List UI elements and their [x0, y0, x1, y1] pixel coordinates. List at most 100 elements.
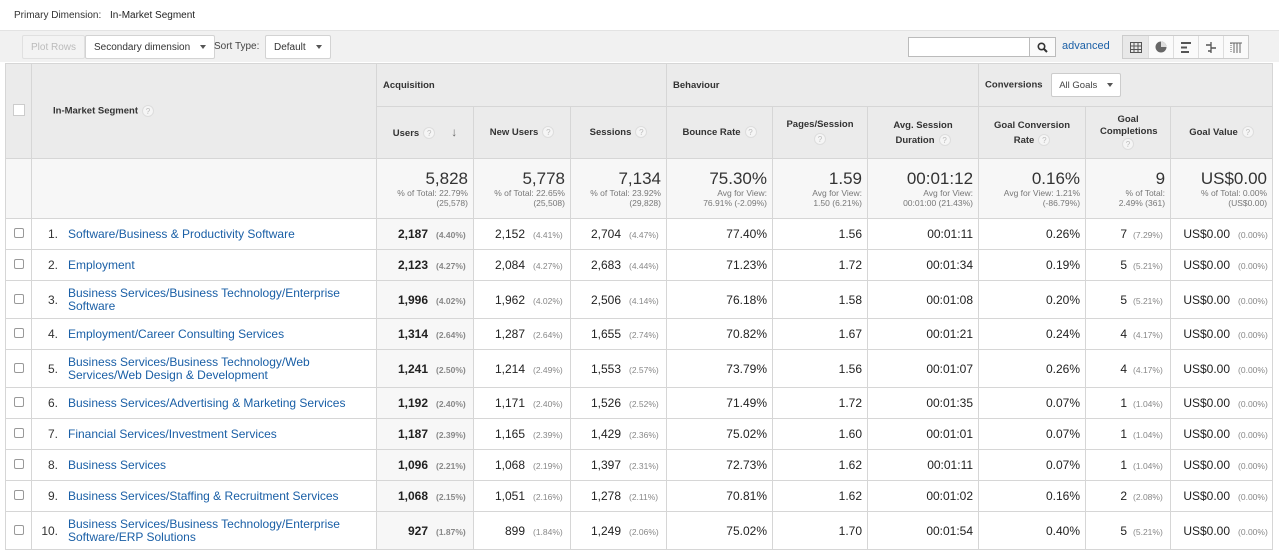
sessions-cell: 1,553 (2.57%) — [570, 349, 667, 388]
row-checkbox-cell — [5, 280, 32, 319]
conversions-group-header: Conversions All Goals — [978, 63, 1274, 107]
help-icon[interactable]: ? — [1241, 126, 1254, 139]
row-checkbox[interactable] — [13, 259, 24, 269]
table-view-button[interactable] — [1123, 36, 1148, 58]
goal-completions-percent: (5.21%) — [1133, 295, 1163, 306]
table-row: 7. Financial Services/Investment Services… — [5, 418, 1274, 450]
goal-completions-cell: 1 (1.04%) — [1085, 449, 1172, 481]
sessions-header-label: Sessions — [589, 127, 632, 138]
goal-select-dropdown[interactable]: All Goals — [1051, 73, 1122, 97]
segment-link[interactable]: Business Services/Business Technology/We… — [68, 355, 358, 382]
row-number: 10. — [41, 523, 58, 538]
row-checkbox[interactable] — [13, 228, 24, 238]
avg-session-duration-cell: 00:01:34 — [866, 249, 980, 281]
column-header-goal-value[interactable]: Goal Value? — [1170, 106, 1274, 159]
bar-view-button[interactable] — [1173, 36, 1198, 58]
users-percent: (2.40%) — [436, 399, 466, 409]
row-checkbox[interactable] — [13, 293, 24, 304]
select-all-cell — [5, 63, 32, 159]
segment-link[interactable]: Business Services/Advertising & Marketin… — [68, 396, 358, 410]
total-subtext: % of Total: 22.65% — [494, 187, 565, 198]
sort-type-dropdown[interactable]: Default — [265, 35, 331, 59]
row-checkbox[interactable] — [13, 428, 24, 438]
pivot-view-button[interactable] — [1223, 36, 1248, 58]
comparison-view-icon — [1206, 41, 1216, 53]
help-icon[interactable]: ? — [142, 105, 154, 117]
sessions-cell: 1,278 (2.11%) — [570, 480, 667, 512]
plot-rows-button[interactable]: Plot Rows — [22, 35, 86, 59]
new-users-header-label: New Users — [489, 127, 539, 138]
users-percent: (2.39%) — [436, 430, 466, 440]
advanced-filter-link[interactable]: advanced — [1062, 40, 1110, 52]
total-value: US$0.00 — [1200, 168, 1268, 188]
pie-view-button[interactable] — [1148, 36, 1173, 58]
behaviour-group-header: Behaviour — [665, 63, 980, 107]
row-checkbox[interactable] — [13, 524, 24, 535]
table-row: 2. Employment 2,123 (4.27%) 2,084 (4.27%) 2… — [5, 249, 1274, 281]
segment-link[interactable]: Business Services/Business Technology/En… — [68, 517, 358, 544]
goal-conversion-rate-header-label: Goal Conversion Rate — [994, 119, 1071, 146]
pages-session-cell: 1.72 — [772, 249, 868, 281]
users-value: 927 — [407, 523, 428, 538]
new-users-value: 1,962 — [494, 292, 525, 307]
goal-value-cell: US$0.00 (0.00%) — [1170, 218, 1274, 250]
pivot-view-icon — [1230, 42, 1242, 53]
row-checkbox-cell — [5, 349, 32, 388]
search-button[interactable] — [1029, 38, 1055, 56]
help-icon[interactable]: ? — [1038, 133, 1051, 146]
row-checkbox[interactable] — [13, 490, 24, 500]
row-checkbox[interactable] — [13, 459, 24, 469]
column-header-new-users[interactable]: New Users? — [473, 106, 571, 159]
goal-completions-value: 7 — [1120, 227, 1128, 241]
users-cell: 927 (1.87%) — [376, 511, 474, 550]
help-icon[interactable]: ? — [938, 133, 951, 146]
column-header-sessions[interactable]: Sessions? — [570, 106, 667, 159]
help-icon[interactable]: ? — [635, 126, 648, 139]
segment-link[interactable]: Software/Business & Productivity Softwar… — [68, 227, 358, 241]
segment-link[interactable]: Business Services/Business Technology/En… — [68, 286, 358, 313]
segment-link[interactable]: Employment — [68, 258, 358, 272]
segment-link[interactable]: Employment/Career Consulting Services — [68, 327, 358, 341]
goal-conversion-rate-cell: 0.20% — [978, 280, 1087, 319]
total-avg-session-duration: 00:01:12 Avg for View: 00:01:00 (21.43%) — [866, 158, 980, 219]
goal-completions-cell: 5 (5.21%) — [1085, 280, 1172, 319]
secondary-dimension-dropdown[interactable]: Secondary dimension — [85, 35, 216, 59]
bounce-rate-cell: 75.02% — [666, 418, 773, 450]
row-number: 5. — [47, 361, 58, 376]
users-percent: (4.27%) — [436, 261, 466, 271]
avg-session-duration-cell: 00:01:01 — [866, 418, 980, 450]
segment-link[interactable]: Business Services/Staffing & Recruitment… — [68, 489, 358, 503]
segment-link[interactable]: Financial Services/Investment Services — [68, 427, 358, 441]
column-header-avg-session-duration[interactable]: Avg. Session Duration? — [866, 106, 980, 159]
users-percent: (2.64%) — [436, 330, 466, 340]
goal-value-cell: US$0.00 (0.00%) — [1170, 387, 1274, 419]
primary-dimension-value[interactable]: In-Market Segment — [110, 10, 195, 21]
goal-value-cell: US$0.00 (0.00%) — [1170, 249, 1274, 281]
row-checkbox[interactable] — [13, 397, 24, 407]
row-number: 9. — [47, 489, 58, 504]
help-icon[interactable]: ? — [814, 133, 826, 146]
pages-session-cell: 1.62 — [772, 449, 868, 481]
users-percent: (2.50%) — [436, 364, 466, 375]
total-new-users: 5,778 % of Total: 22.65% (25,508) — [473, 158, 571, 219]
help-icon[interactable]: ? — [542, 126, 555, 139]
column-header-goal-conversion-rate[interactable]: Goal Conversion Rate? — [978, 106, 1087, 159]
row-checkbox[interactable] — [13, 328, 24, 338]
goal-value-percent: (0.00%) — [1238, 295, 1268, 306]
segment-link[interactable]: Business Services — [68, 458, 358, 472]
help-icon[interactable]: ? — [1122, 138, 1135, 151]
column-header-users[interactable]: Users? ↓ — [376, 106, 474, 159]
column-header-goal-completions[interactable]: Goal Completions? — [1085, 106, 1172, 159]
dimension-header: In-Market Segment? — [31, 63, 377, 159]
comparison-view-button[interactable] — [1198, 36, 1223, 58]
new-users-value: 1,214 — [494, 361, 525, 376]
help-icon[interactable]: ? — [744, 126, 757, 139]
column-header-pages-session[interactable]: Pages/Session? — [772, 106, 868, 159]
select-all-checkbox[interactable] — [12, 103, 25, 116]
new-users-percent: (2.19%) — [533, 461, 563, 471]
column-header-bounce-rate[interactable]: Bounce Rate? — [666, 106, 773, 159]
goal-completions-cell: 2 (2.08%) — [1085, 480, 1172, 512]
row-checkbox[interactable] — [13, 362, 24, 373]
help-icon[interactable]: ? — [423, 126, 436, 139]
search-input[interactable] — [909, 38, 1027, 56]
